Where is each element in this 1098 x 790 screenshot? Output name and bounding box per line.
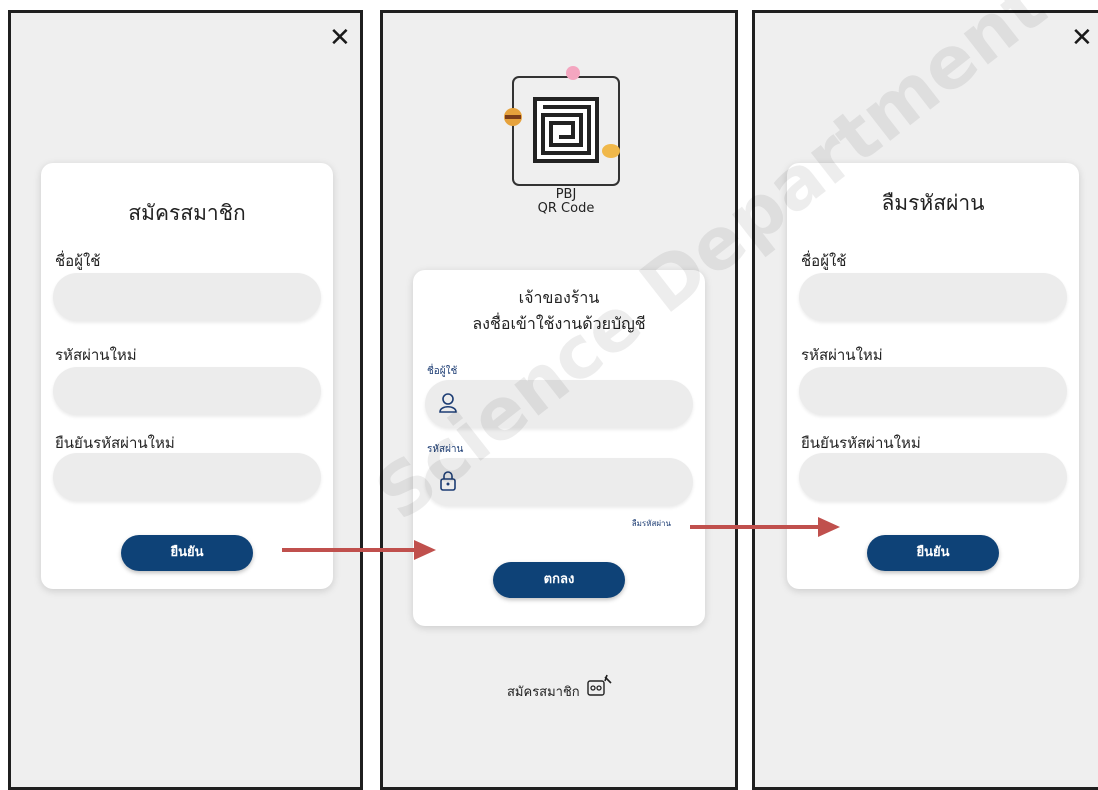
confirm-password-field[interactable] xyxy=(53,453,321,501)
password-field[interactable] xyxy=(425,458,693,506)
new-password-field[interactable] xyxy=(53,367,321,415)
confirm-button[interactable]: ยืนยัน xyxy=(121,535,253,571)
username-label: ชื่อผู้ใช้ xyxy=(55,252,101,270)
signup-link[interactable]: สมัครสมาชิก xyxy=(507,681,580,702)
forgot-title: ลืมรหัสผ่าน xyxy=(881,191,985,215)
lock-icon xyxy=(440,471,456,491)
login-heading-account: ลงชื่อเข้าใช้งานด้วยบัญชี xyxy=(472,314,646,333)
confirm-password-label: ยืนยันรหัสผ่านใหม่ xyxy=(801,434,921,452)
flow-arrow-right xyxy=(690,517,840,537)
logo-text-qr: QR Code xyxy=(537,201,595,216)
username-field[interactable] xyxy=(53,273,321,321)
login-panel: PBJ QR Code เจ้าของร้าน ลงชื่อเข้าใช้งาน… xyxy=(380,10,738,790)
confirm-password-field[interactable] xyxy=(799,453,1067,501)
login-card: เจ้าของร้าน ลงชื่อเข้าใช้งานด้วยบัญชี ชื… xyxy=(413,270,705,626)
new-password-label: รหัสผ่านใหม่ xyxy=(55,346,137,364)
username-field[interactable] xyxy=(799,273,1067,321)
username-field[interactable] xyxy=(425,380,693,428)
username-label: ชื่อผู้ใช้ xyxy=(801,252,847,270)
new-password-field[interactable] xyxy=(799,367,1067,415)
password-label: รหัสผ่าน xyxy=(427,444,464,455)
close-icon[interactable]: ✕ xyxy=(1071,25,1093,51)
register-title: สมัครสมาชิก xyxy=(128,201,246,225)
confirm-button[interactable]: ยืนยัน xyxy=(867,535,999,571)
close-icon[interactable]: ✕ xyxy=(329,25,351,51)
logo-text-pbj: PBJ xyxy=(555,187,577,202)
flow-arrow-left xyxy=(282,540,436,560)
register-card: สมัครสมาชิก ชื่อผู้ใช้ รหัสผ่านใหม่ ยืนย… xyxy=(41,163,333,589)
login-heading-owner: เจ้าของร้าน xyxy=(518,288,600,307)
forgot-password-link[interactable]: ลืมรหัสผ่าน xyxy=(632,517,671,530)
pbj-logo: PBJ QR Code xyxy=(491,65,641,216)
signup-icon[interactable] xyxy=(585,673,613,699)
register-panel: ✕ สมัครสมาชิก ชื่อผู้ใช้ รหัสผ่านใหม่ ยื… xyxy=(8,10,363,790)
user-icon xyxy=(439,393,457,413)
confirm-password-label: ยืนยันรหัสผ่านใหม่ xyxy=(55,434,175,452)
forgot-password-panel: ✕ ลืมรหัสผ่าน ชื่อผู้ใช้ รหัสผ่านใหม่ ยื… xyxy=(752,10,1098,790)
ok-button[interactable]: ตกลง xyxy=(493,562,625,598)
new-password-label: รหัสผ่านใหม่ xyxy=(801,346,883,364)
username-label: ชื่อผู้ใช้ xyxy=(427,366,458,377)
